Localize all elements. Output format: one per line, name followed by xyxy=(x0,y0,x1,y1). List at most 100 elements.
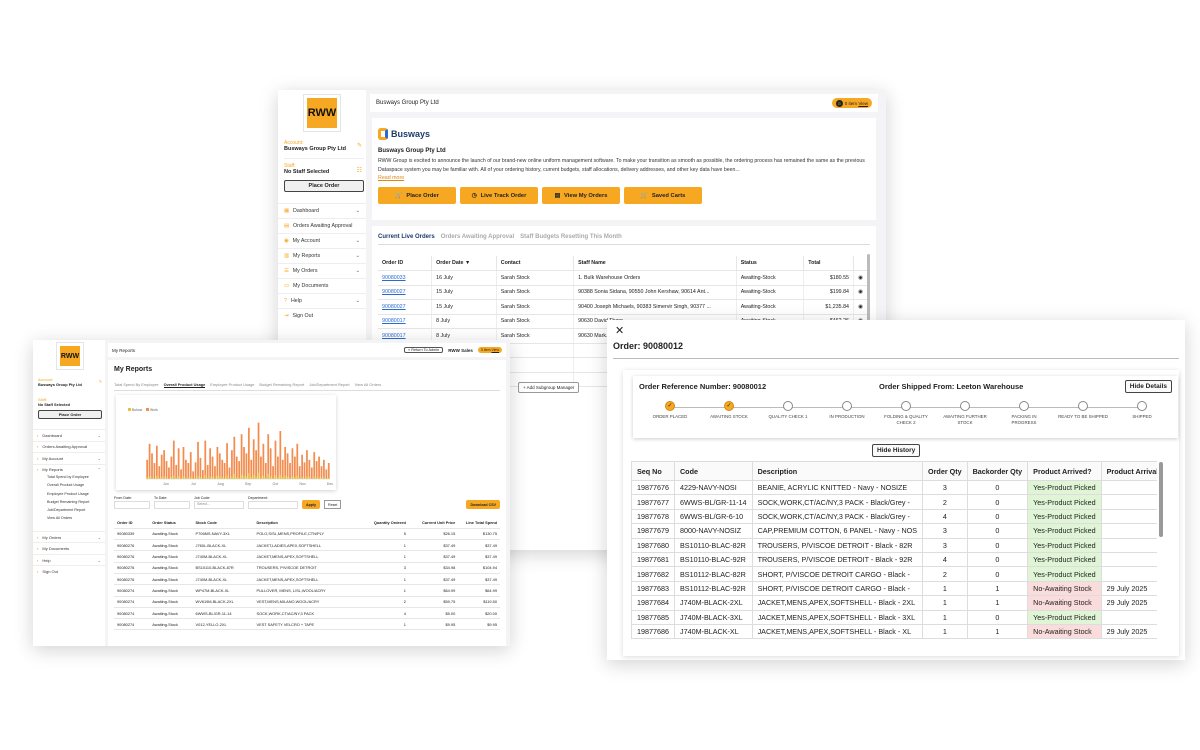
sidebar-item-my-orders[interactable]: ☰ My Orders ⌄ xyxy=(278,263,366,278)
table-row[interactable]: 19877686 J740M-BLACK-XL JACKET,MENS,APEX,S… xyxy=(631,623,1157,640)
bar[interactable] xyxy=(189,452,192,479)
bar[interactable] xyxy=(155,445,158,479)
bar[interactable] xyxy=(310,467,313,479)
bar[interactable] xyxy=(243,447,245,479)
action-live-track-order-button[interactable]: ◷ Live Track Order xyxy=(460,187,538,205)
bar-secondary[interactable] xyxy=(235,477,238,479)
bar-secondary[interactable] xyxy=(247,473,250,479)
column-header[interactable]: Stock Code xyxy=(192,517,254,529)
close-icon[interactable]: ✕ xyxy=(615,324,624,337)
staff-value-b[interactable]: No Staff Selected xyxy=(38,402,102,407)
bar-secondary[interactable] xyxy=(170,477,173,479)
subnav-item[interactable]: Job/Department Report xyxy=(33,508,105,516)
sidebar-item-sign-out[interactable]: ⇥ Sign Out xyxy=(278,308,366,323)
department-select[interactable] xyxy=(248,501,298,509)
bar[interactable] xyxy=(238,461,241,479)
cart-badge-b[interactable]: 0 item View xyxy=(477,347,502,353)
bar[interactable] xyxy=(252,439,255,479)
bar-secondary[interactable] xyxy=(245,476,248,479)
bar[interactable] xyxy=(245,453,248,479)
table-row[interactable]: 90080027 15 July Sarah Stock 90388 Sonia Si… xyxy=(378,285,869,300)
bar-secondary[interactable] xyxy=(286,476,289,479)
column-header[interactable]: Total xyxy=(803,256,854,271)
bar[interactable] xyxy=(269,448,272,479)
bar[interactable] xyxy=(272,466,274,479)
bar[interactable] xyxy=(170,456,173,479)
bar[interactable] xyxy=(233,436,236,479)
bar-secondary[interactable] xyxy=(277,477,279,479)
bar-secondary[interactable] xyxy=(293,477,296,479)
cart-view-link-b[interactable]: View xyxy=(491,348,499,352)
eye-icon[interactable]: ◉ xyxy=(853,299,869,315)
bar[interactable] xyxy=(194,462,197,479)
bar-secondary[interactable] xyxy=(146,477,149,479)
sidebar-item-my-documents[interactable]: ▪ My Documents xyxy=(33,542,105,554)
bar-secondary[interactable] xyxy=(252,475,255,479)
bar[interactable] xyxy=(235,456,238,479)
table-row[interactable]: 90080027 15 July Sarah Stock 90400 Joseph M… xyxy=(378,299,869,315)
bar[interactable] xyxy=(289,463,291,479)
column-header[interactable]: Product Arrived? xyxy=(1027,461,1102,481)
bar[interactable] xyxy=(277,456,279,479)
sidebar-item-help[interactable]: ? Help ⌄ xyxy=(278,293,366,308)
subnav-item[interactable]: Total Spend by Employee xyxy=(33,475,105,483)
return-to-admin-button[interactable]: « Return To Admin xyxy=(404,347,444,353)
bar[interactable] xyxy=(327,463,330,479)
bar[interactable] xyxy=(206,464,209,479)
bar[interactable] xyxy=(298,466,301,479)
bar[interactable] xyxy=(296,443,299,479)
bar-secondary[interactable] xyxy=(163,476,165,479)
table-row[interactable]: 90080276 Awaiting-Stock BS10110-BLACK-87R T… xyxy=(114,562,500,574)
bar[interactable] xyxy=(201,470,204,479)
column-header[interactable]: Order ID xyxy=(114,517,150,529)
bar[interactable] xyxy=(214,466,216,479)
bar[interactable] xyxy=(320,466,323,479)
bar[interactable] xyxy=(257,422,260,479)
add-subgroup-manager-button[interactable]: + Add Subgroup Manager xyxy=(518,382,580,393)
column-header[interactable]: Staff Name xyxy=(573,256,737,271)
cell-id[interactable]: 90080033 xyxy=(378,270,433,286)
download-csv-button[interactable]: Download CSV xyxy=(466,500,500,509)
subnav-item[interactable]: View All Orders xyxy=(33,516,105,524)
sidebar-item-help[interactable]: ▪ Help ⌄ xyxy=(33,553,105,566)
bar-secondary[interactable] xyxy=(218,476,221,479)
bar-secondary[interactable] xyxy=(281,477,284,479)
report-tab[interactable]: Budget Remaining Report xyxy=(259,382,304,388)
bar[interactable] xyxy=(323,459,325,479)
column-header[interactable] xyxy=(853,256,869,271)
staff-filter-icon[interactable]: ☷ xyxy=(357,167,362,174)
bar[interactable] xyxy=(228,467,231,479)
bar[interactable] xyxy=(255,450,257,479)
bar[interactable] xyxy=(267,434,270,479)
sidebar-item-my-reports[interactable]: ▥ My Reports ⌄ xyxy=(278,248,366,263)
reset-button[interactable]: Reset xyxy=(323,500,342,509)
table-row[interactable]: 19877685 J740M-BLACK-3XL JACKET,MENS,APEX,… xyxy=(631,609,1157,625)
bar-secondary[interactable] xyxy=(209,476,211,479)
action-view-my-orders-button[interactable]: ▤ View My Orders xyxy=(542,187,620,205)
column-header[interactable]: Product Arrival Date xyxy=(1100,461,1157,481)
bar[interactable] xyxy=(153,463,156,479)
table-row[interactable]: 19877683 BS10112-BLAC-92R SHORT, P/VISCOE … xyxy=(631,580,1157,597)
table-row[interactable]: 90080276 Awaiting-Stock J760L-BLACK-XL JACK… xyxy=(114,539,500,552)
bar[interactable] xyxy=(262,443,265,479)
staff-value[interactable]: No Staff Selected xyxy=(284,169,364,175)
report-tab[interactable]: View All Orders xyxy=(355,382,382,388)
sidebar-item-sign-out[interactable]: ▪ Sign Out xyxy=(33,565,105,577)
table-row[interactable]: 19877680 BS10110-BLAC-82R TROUSERS, P/VISC… xyxy=(631,537,1157,553)
bar[interactable] xyxy=(221,459,224,479)
column-header[interactable]: Description xyxy=(751,461,924,481)
bar-secondary[interactable] xyxy=(257,472,260,479)
bar[interactable] xyxy=(284,447,287,479)
sidebar-item-orders-awaiting-approval[interactable]: ▤ Orders Awaiting Approval xyxy=(278,218,366,233)
table-row[interactable]: 19877677 6WWS-BL/GR-11-14 SOCK,WORK,CT/AC/… xyxy=(631,494,1157,510)
bar-secondary[interactable] xyxy=(267,473,270,479)
bar-secondary[interactable] xyxy=(189,477,192,479)
bar-secondary[interactable] xyxy=(182,476,185,479)
column-header[interactable]: Description xyxy=(253,517,360,529)
hide-history-button[interactable]: Hide History xyxy=(872,444,921,457)
column-header[interactable]: Quantity Ordered xyxy=(359,517,409,529)
bar[interactable] xyxy=(223,463,226,479)
tab-staff-budgets-resetting-this-month[interactable]: Staff Budgets Resetting This Month xyxy=(520,234,622,240)
table-row[interactable]: 90080274 Awaiting-Stock WV619M-BLACK-2XL VE… xyxy=(114,596,500,608)
bar[interactable] xyxy=(180,469,182,479)
